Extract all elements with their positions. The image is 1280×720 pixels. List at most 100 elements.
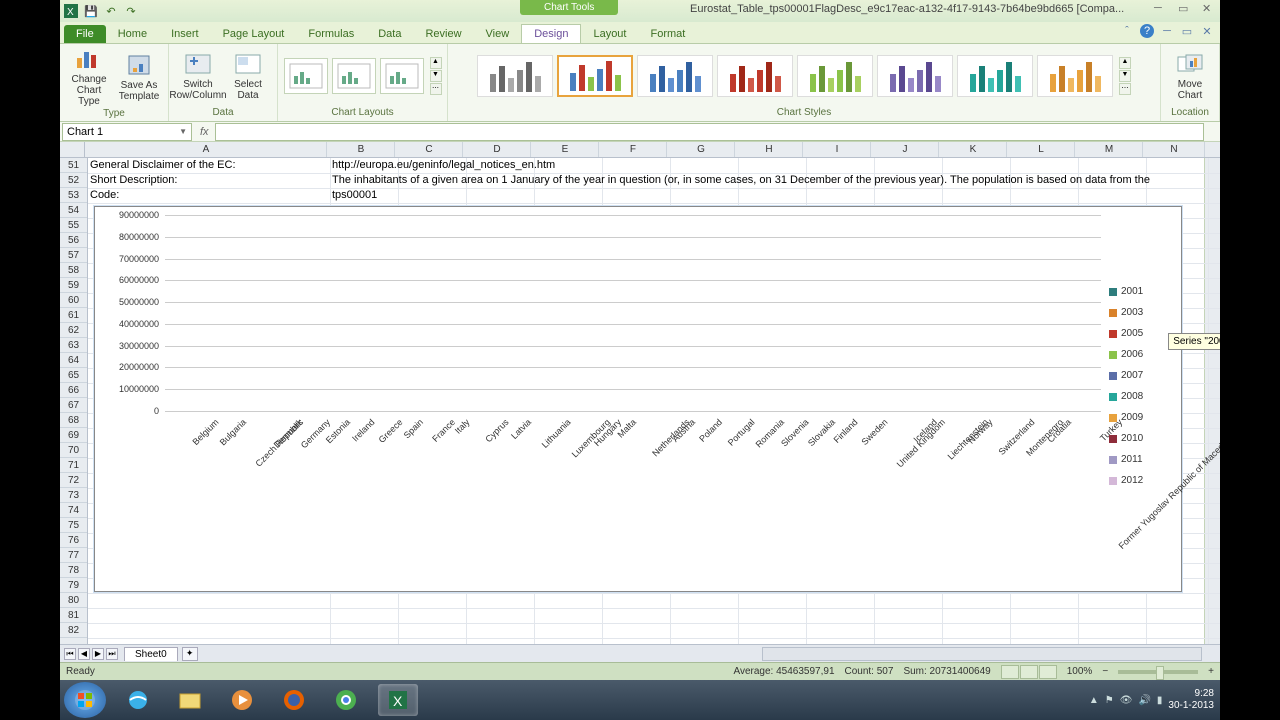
row-header-62[interactable]: 62	[60, 323, 87, 338]
row-header-71[interactable]: 71	[60, 458, 87, 473]
workbook-close-icon[interactable]: ✕	[1200, 24, 1214, 38]
legend-item[interactable]: 2001	[1109, 281, 1179, 302]
col-header-I[interactable]: I	[803, 142, 871, 157]
start-button[interactable]	[64, 682, 106, 718]
row-header-80[interactable]: 80	[60, 593, 87, 608]
style-scroll-up-icon[interactable]: ▲	[1119, 57, 1131, 69]
layout-scroll-down-icon[interactable]: ▼	[430, 70, 442, 82]
col-header-D[interactable]: D	[463, 142, 531, 157]
change-chart-type-button[interactable]: Change Chart Type	[66, 46, 112, 107]
row-header-53[interactable]: 53	[60, 188, 87, 203]
sheet-tab-sheet0[interactable]: Sheet0	[124, 647, 178, 661]
row-header-57[interactable]: 57	[60, 248, 87, 263]
task-excel-icon[interactable]: X	[378, 684, 418, 716]
row-header-69[interactable]: 69	[60, 428, 87, 443]
chart-legend[interactable]: 2001200320052006200720082009201020112012	[1109, 281, 1179, 491]
row-header-59[interactable]: 59	[60, 278, 87, 293]
row-header-75[interactable]: 75	[60, 518, 87, 533]
col-header-A[interactable]: A	[85, 142, 327, 157]
tray-up-icon[interactable]: ▲	[1089, 695, 1099, 706]
legend-item[interactable]: 2008	[1109, 386, 1179, 407]
col-header-H[interactable]: H	[735, 142, 803, 157]
task-chrome-icon[interactable]	[326, 684, 366, 716]
col-header-K[interactable]: K	[939, 142, 1007, 157]
row-header-70[interactable]: 70	[60, 443, 87, 458]
tab-layout[interactable]: Layout	[581, 25, 638, 43]
row-header-82[interactable]: 82	[60, 623, 87, 638]
row-header-52[interactable]: 52	[60, 173, 87, 188]
task-explorer-icon[interactable]	[170, 684, 210, 716]
chart-style-thumb[interactable]	[477, 55, 553, 97]
tab-page-layout[interactable]: Page Layout	[211, 25, 297, 43]
layout-scroll-up-icon[interactable]: ▲	[430, 57, 442, 69]
chart-layout-thumb[interactable]	[332, 58, 376, 94]
close-icon[interactable]: ✕	[1202, 2, 1216, 16]
legend-item[interactable]: 2010	[1109, 428, 1179, 449]
row-header-78[interactable]: 78	[60, 563, 87, 578]
row-header-51[interactable]: 51	[60, 158, 87, 173]
row-header-76[interactable]: 76	[60, 533, 87, 548]
legend-item[interactable]: 2011	[1109, 449, 1179, 470]
embedded-chart[interactable]: 0100000002000000030000000400000005000000…	[94, 206, 1182, 592]
col-header-J[interactable]: J	[871, 142, 939, 157]
col-header-N[interactable]: N	[1143, 142, 1205, 157]
col-header-E[interactable]: E	[531, 142, 599, 157]
select-all-corner[interactable]	[60, 142, 85, 157]
new-sheet-icon[interactable]: ✦	[182, 647, 198, 661]
zoom-slider[interactable]	[1118, 670, 1198, 674]
tab-design[interactable]: Design	[521, 24, 581, 43]
row-header-67[interactable]: 67	[60, 398, 87, 413]
legend-item[interactable]: 2012	[1109, 470, 1179, 491]
col-header-C[interactable]: C	[395, 142, 463, 157]
save-as-template-button[interactable]: Save As Template	[116, 52, 162, 102]
task-ie-icon[interactable]	[118, 684, 158, 716]
move-chart-button[interactable]: Move Chart	[1167, 51, 1213, 101]
tab-format[interactable]: Format	[638, 25, 697, 43]
row-header-81[interactable]: 81	[60, 608, 87, 623]
view-page-layout-icon[interactable]	[1020, 665, 1038, 679]
switch-row-column-button[interactable]: Switch Row/Column	[175, 51, 221, 101]
tray-network-icon[interactable]: 👁	[1120, 695, 1133, 706]
tab-formulas[interactable]: Formulas	[296, 25, 366, 43]
row-header-79[interactable]: 79	[60, 578, 87, 593]
view-normal-icon[interactable]	[1001, 665, 1019, 679]
row-header-58[interactable]: 58	[60, 263, 87, 278]
horizontal-scrollbar[interactable]	[762, 647, 1202, 661]
chart-style-thumb[interactable]	[1037, 55, 1113, 97]
chart-layout-thumb[interactable]	[380, 58, 424, 94]
formula-bar[interactable]	[215, 123, 1204, 141]
sheet-nav-last-icon[interactable]: ⏭	[106, 648, 118, 660]
chart-style-thumb[interactable]	[877, 55, 953, 97]
fx-icon[interactable]: fx	[200, 126, 209, 138]
legend-item[interactable]: 2007	[1109, 365, 1179, 386]
taskbar-clock[interactable]: 9:28 30-1-2013	[1168, 688, 1214, 712]
row-header-54[interactable]: 54	[60, 203, 87, 218]
zoom-out-icon[interactable]: −	[1102, 666, 1108, 677]
task-firefox-icon[interactable]	[274, 684, 314, 716]
style-more-icon[interactable]: ⋯	[1119, 83, 1131, 95]
row-header-66[interactable]: 66	[60, 383, 87, 398]
help-icon[interactable]: ?	[1140, 24, 1154, 38]
chart-style-thumb[interactable]	[797, 55, 873, 97]
chart-style-thumb[interactable]	[637, 55, 713, 97]
tab-data[interactable]: Data	[366, 25, 413, 43]
workbook-restore-icon[interactable]: ▭	[1180, 24, 1194, 38]
row-header-63[interactable]: 63	[60, 338, 87, 353]
tab-insert[interactable]: Insert	[159, 25, 211, 43]
view-page-break-icon[interactable]	[1039, 665, 1057, 679]
row-header-73[interactable]: 73	[60, 488, 87, 503]
col-header-F[interactable]: F	[599, 142, 667, 157]
row-header-65[interactable]: 65	[60, 368, 87, 383]
tab-view[interactable]: View	[474, 25, 522, 43]
row-header-77[interactable]: 77	[60, 548, 87, 563]
row-header-55[interactable]: 55	[60, 218, 87, 233]
col-header-G[interactable]: G	[667, 142, 735, 157]
save-icon[interactable]: 💾	[84, 4, 98, 18]
tab-file[interactable]: File	[64, 25, 106, 43]
select-data-button[interactable]: Select Data	[225, 51, 271, 101]
workbook-minimize-icon[interactable]: ─	[1160, 24, 1174, 38]
minimize-ribbon-icon[interactable]: ˆ	[1120, 24, 1134, 38]
vertical-scrollbar[interactable]	[1204, 158, 1220, 644]
chart-style-thumb[interactable]	[717, 55, 793, 97]
row-header-74[interactable]: 74	[60, 503, 87, 518]
